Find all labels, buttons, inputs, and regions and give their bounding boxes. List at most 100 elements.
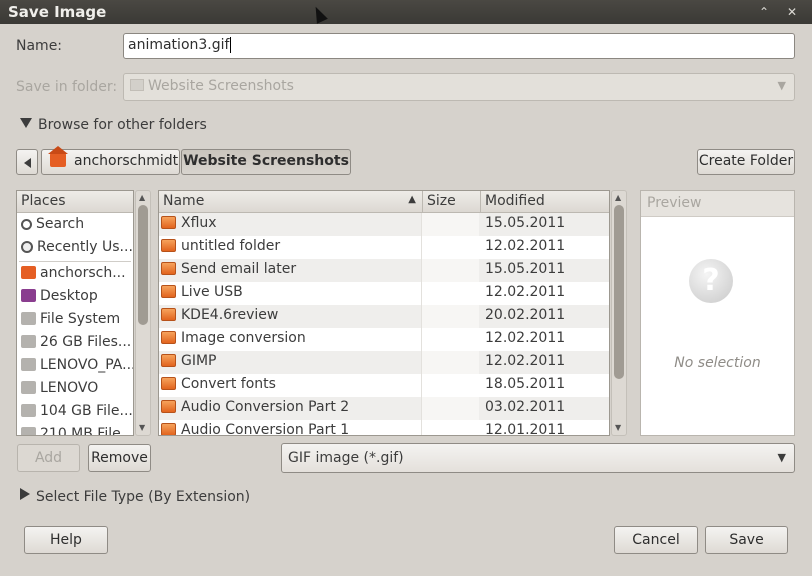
chevron-down-icon: ▼ bbox=[777, 79, 786, 92]
drive-icon bbox=[21, 381, 36, 394]
name-input[interactable]: animation3.gif bbox=[123, 33, 795, 59]
places-panel: Places Search Recently Us... anchorsch..… bbox=[16, 190, 134, 436]
add-bookmark-button[interactable]: Add bbox=[17, 444, 80, 472]
drive-icon bbox=[21, 335, 36, 348]
window-title: Save Image bbox=[8, 3, 107, 21]
place-item-drive[interactable]: 104 GB File... bbox=[17, 401, 133, 424]
file-name: KDE4.6review bbox=[181, 307, 279, 323]
file-size bbox=[421, 374, 479, 397]
file-row[interactable]: Image conversion 12.02.2011 bbox=[159, 328, 609, 351]
column-header-modified[interactable]: Modified bbox=[481, 191, 609, 213]
place-item-drive[interactable]: 210 MB File... bbox=[17, 424, 133, 436]
file-modified: 20.02.2011 bbox=[485, 307, 566, 323]
pathbar-home-button[interactable]: anchorschmidt bbox=[41, 146, 180, 175]
place-item-drive[interactable]: LENOVO bbox=[17, 378, 133, 401]
place-item-desktop[interactable]: Desktop bbox=[17, 286, 133, 309]
file-size bbox=[421, 259, 479, 282]
pathbar-current-folder-button[interactable]: Website Screenshots bbox=[181, 149, 351, 175]
place-item-drive[interactable]: 26 GB Files... bbox=[17, 332, 133, 355]
scroll-down-icon: ▼ bbox=[615, 423, 622, 432]
file-row[interactable]: Live USB 12.02.2011 bbox=[159, 282, 609, 305]
select-file-type-expander[interactable]: Select File Type (By Extension) bbox=[20, 488, 250, 505]
search-icon bbox=[21, 219, 32, 230]
file-size bbox=[421, 236, 479, 259]
scroll-up-icon: ▲ bbox=[139, 193, 146, 202]
place-label: anchorsch... bbox=[40, 265, 126, 281]
place-label: Recently Us... bbox=[37, 239, 133, 255]
column-header-name[interactable]: Name ▲ bbox=[159, 191, 423, 213]
maximize-button[interactable]: ⌃ bbox=[754, 2, 774, 22]
folder-icon bbox=[161, 239, 176, 252]
home-icon bbox=[21, 266, 36, 279]
file-modified: 12.02.2011 bbox=[485, 238, 566, 254]
place-item-search[interactable]: Search bbox=[17, 214, 133, 237]
folder-icon bbox=[161, 308, 176, 321]
help-button[interactable]: Help bbox=[24, 526, 108, 554]
column-header-size[interactable]: Size bbox=[423, 191, 481, 213]
close-button[interactable]: ✕ bbox=[782, 2, 802, 22]
file-name: Audio Conversion Part 2 bbox=[181, 399, 350, 415]
place-label: File System bbox=[40, 311, 121, 327]
name-label: Name: bbox=[16, 38, 63, 54]
expander-arrow-icon bbox=[20, 118, 32, 128]
browse-folders-expander[interactable]: Browse for other folders bbox=[20, 117, 207, 133]
remove-bookmark-button[interactable]: Remove bbox=[88, 444, 151, 472]
file-list-scroll-thumb[interactable] bbox=[614, 205, 624, 379]
place-item-drive[interactable]: LENOVO_PA... bbox=[17, 355, 133, 378]
save-button[interactable]: Save bbox=[705, 526, 788, 554]
place-label: LENOVO_PA... bbox=[40, 357, 133, 373]
file-row[interactable]: untitled folder 12.02.2011 bbox=[159, 236, 609, 259]
pathbar-back-button[interactable] bbox=[16, 149, 38, 175]
recent-icon bbox=[21, 241, 33, 253]
file-name: Live USB bbox=[181, 284, 243, 300]
question-mark-icon: ? bbox=[689, 259, 733, 303]
file-row[interactable]: KDE4.6review 20.02.2011 bbox=[159, 305, 609, 328]
file-modified: 15.05.2011 bbox=[485, 261, 566, 277]
desktop-icon bbox=[21, 289, 36, 302]
preview-header: Preview bbox=[641, 191, 794, 217]
select-file-type-label: Select File Type (By Extension) bbox=[36, 489, 251, 505]
places-header[interactable]: Places bbox=[17, 191, 133, 213]
file-name: GIMP bbox=[181, 353, 217, 369]
file-modified: 03.02.2011 bbox=[485, 399, 566, 415]
column-name-label: Name bbox=[163, 193, 205, 209]
places-separator bbox=[19, 261, 131, 262]
place-label: 26 GB Files... bbox=[40, 334, 132, 350]
place-label: Search bbox=[36, 216, 85, 232]
file-row[interactable]: Convert fonts 18.05.2011 bbox=[159, 374, 609, 397]
file-size bbox=[421, 213, 479, 236]
folder-icon bbox=[161, 400, 176, 413]
file-size bbox=[421, 351, 479, 374]
cancel-button[interactable]: Cancel bbox=[614, 526, 698, 554]
save-in-folder-combo[interactable]: Website Screenshots ▼ bbox=[123, 73, 795, 101]
create-folder-button[interactable]: Create Folder bbox=[697, 149, 795, 175]
place-item-recent[interactable]: Recently Us... bbox=[17, 237, 133, 260]
pathbar-current-label: Website Screenshots bbox=[183, 153, 349, 169]
file-row[interactable]: Audio Conversion Part 1 12.01.2011 bbox=[159, 420, 609, 435]
file-modified: 18.05.2011 bbox=[485, 376, 566, 392]
file-row[interactable]: Xflux 15.05.2011 bbox=[159, 213, 609, 236]
folder-icon bbox=[130, 79, 144, 91]
place-item-filesystem[interactable]: File System bbox=[17, 309, 133, 332]
place-label: 210 MB File... bbox=[40, 426, 133, 436]
file-row[interactable]: Send email later 15.05.2011 bbox=[159, 259, 609, 282]
file-row[interactable]: Audio Conversion Part 2 03.02.2011 bbox=[159, 397, 609, 420]
drive-icon bbox=[21, 312, 36, 325]
place-label: LENOVO bbox=[40, 380, 99, 396]
folder-icon bbox=[161, 331, 176, 344]
no-selection-text: No selection bbox=[674, 355, 761, 371]
places-scrollbar[interactable]: ▲ ▼ bbox=[135, 190, 151, 436]
chevron-down-icon: ▼ bbox=[777, 451, 786, 464]
place-label: Desktop bbox=[40, 288, 98, 304]
file-modified: 15.05.2011 bbox=[485, 215, 566, 231]
places-scroll-thumb[interactable] bbox=[138, 205, 148, 325]
file-size bbox=[421, 420, 479, 435]
drive-icon bbox=[21, 427, 36, 435]
file-size bbox=[421, 397, 479, 420]
file-type-combo[interactable]: GIF image (*.gif) ▼ bbox=[281, 443, 795, 473]
place-item-home[interactable]: anchorsch... bbox=[17, 263, 133, 286]
file-name: Convert fonts bbox=[181, 376, 276, 392]
file-list-scrollbar[interactable]: ▲ ▼ bbox=[611, 190, 627, 436]
file-row[interactable]: GIMP 12.02.2011 bbox=[159, 351, 609, 374]
folder-icon bbox=[161, 262, 176, 275]
